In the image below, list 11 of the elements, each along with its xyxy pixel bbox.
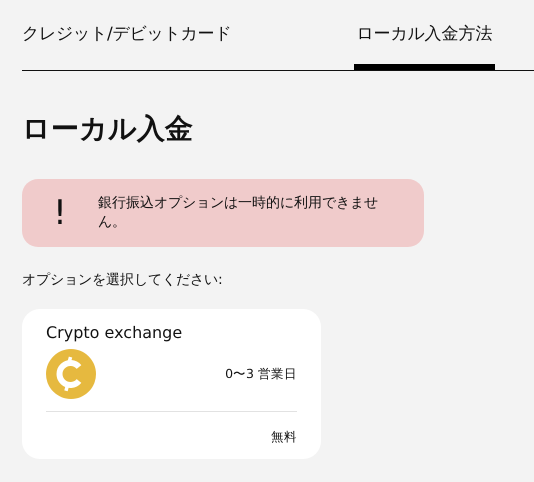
prompt-label: オプションを選択してください:	[22, 271, 224, 290]
alert-message: 銀行振込オプションは一時的に利用できません。	[98, 194, 379, 232]
option-name: Crypto exchange	[46, 322, 184, 344]
tab[interactable]: ローカル入金方法	[354, 0, 495, 70]
processing-time: 0〜3 営業日	[225, 364, 297, 383]
tab[interactable]: クレジット/デビットカード	[22, 0, 354, 70]
page-heading: ローカル入金	[22, 111, 194, 147]
payment-option-card[interactable]: Crypto exchange 0〜3 営業日 無料	[22, 309, 321, 459]
exclamation-icon: !	[22, 196, 98, 230]
fee-label: 無料	[271, 428, 297, 446]
coin-icon	[46, 349, 96, 399]
